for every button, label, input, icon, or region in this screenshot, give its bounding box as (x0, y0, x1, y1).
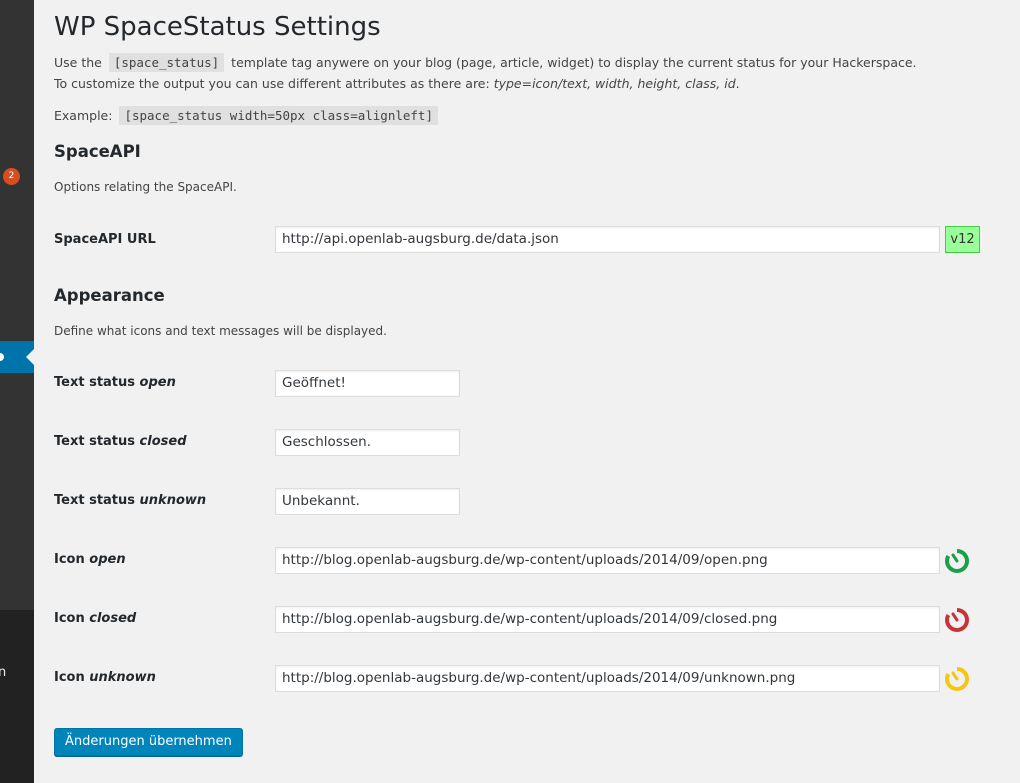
text-closed-input[interactable]: Geschlossen. (275, 429, 460, 456)
text-open-label: Text status open (54, 373, 176, 393)
section-description-spaceapi: Options relating the SpaceAPI. (54, 180, 237, 194)
intro-text: . (735, 76, 740, 91)
icon-unknown-label: Icon unknown (54, 668, 156, 688)
api-version-badge: v12 (945, 226, 980, 253)
spaceapi-url-label: SpaceAPI URL (54, 232, 156, 247)
icon-closed-label: Icon closed (54, 609, 136, 629)
intro-line-2: To customize the output you can use diff… (54, 74, 740, 94)
label-state: unknown (89, 670, 156, 685)
active-arrow-icon (26, 349, 34, 365)
status-closed-icon (945, 608, 969, 632)
status-unknown-icon (945, 667, 969, 691)
intro-text: Use the (54, 55, 102, 70)
icon-open-label: Icon open (54, 550, 126, 570)
icon-closed-input[interactable]: http://blog.openlab-augsburg.de/wp-conte… (275, 606, 940, 633)
label-state: closed (139, 434, 187, 449)
admin-sidebar: 2 en (0, 0, 34, 783)
intro-example: Example: [space_status width=50px class=… (54, 106, 441, 126)
sidebar-collapse-area (0, 610, 34, 783)
spaceapi-url-input[interactable]: http://api.openlab-augsburg.de/data.json (275, 226, 940, 253)
intro-text: template tag anywere on your blog (page,… (231, 55, 917, 70)
label-text: Icon (54, 611, 85, 626)
label-text: Text status (54, 375, 136, 390)
icon-open-input[interactable]: http://blog.openlab-augsburg.de/wp-conte… (275, 547, 940, 574)
intro-text: To customize the output you can use diff… (54, 76, 494, 91)
text-closed-label: Text status closed (54, 432, 187, 452)
section-description-appearance: Define what icons and text messages will… (54, 324, 387, 338)
icon-unknown-input[interactable]: http://blog.openlab-augsburg.de/wp-conte… (275, 665, 940, 692)
page-title: WP SpaceStatus Settings (54, 12, 381, 42)
section-heading-appearance: Appearance (54, 286, 165, 305)
label-text: Icon (54, 552, 85, 567)
intro-line-1: Use the [space_status] template tag anyw… (54, 53, 917, 73)
sidebar-item-label[interactable]: en (0, 664, 34, 682)
label-state: closed (89, 611, 137, 626)
label-state: open (89, 552, 126, 567)
text-unknown-input[interactable]: Unbekannt. (275, 488, 460, 515)
label-text: Icon (54, 670, 85, 685)
example-code: [space_status width=50px class=alignleft… (119, 106, 438, 125)
template-tag-code: [space_status] (108, 53, 225, 72)
attributes-list: type=icon/text, width, height, class, id (493, 76, 736, 91)
label-state: unknown (139, 493, 207, 508)
sidebar-menu (0, 0, 34, 610)
label-state: open (139, 375, 176, 390)
text-open-input[interactable]: Geöffnet! (275, 370, 460, 397)
section-heading-spaceapi: SpaceAPI (54, 142, 141, 161)
label-text: Text status (54, 493, 136, 508)
status-open-icon (945, 549, 969, 573)
save-changes-button[interactable]: Änderungen übernehmen (54, 728, 243, 756)
update-count-badge[interactable]: 2 (3, 168, 20, 185)
text-unknown-label: Text status unknown (54, 491, 206, 511)
label-text: Text status (54, 434, 136, 449)
example-label: Example: (54, 108, 113, 123)
